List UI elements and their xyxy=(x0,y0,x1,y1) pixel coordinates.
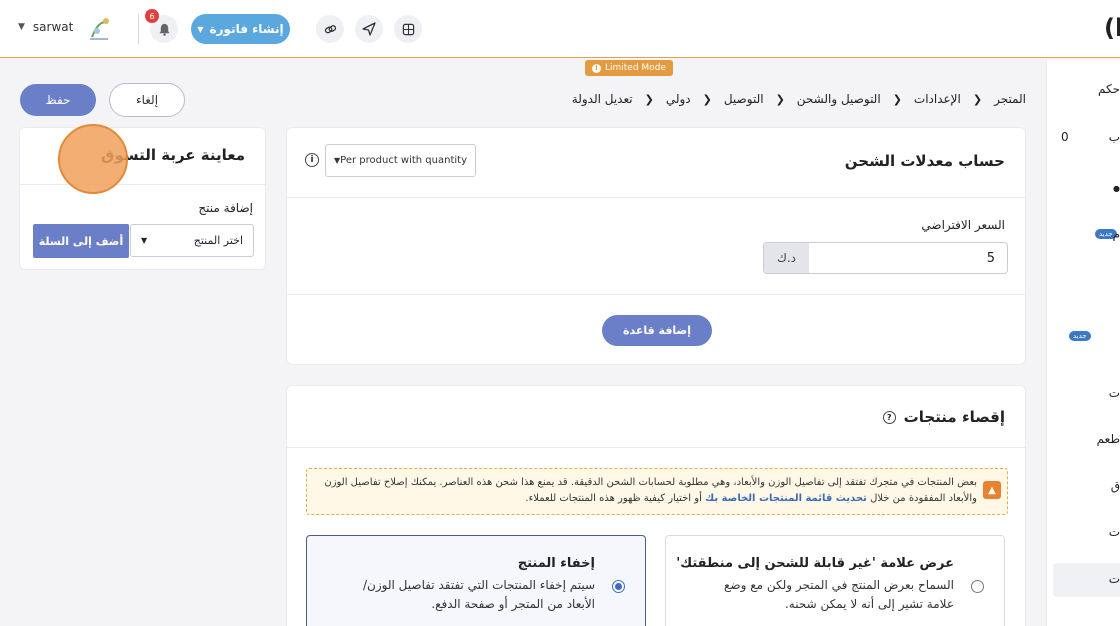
cancel-button[interactable]: إلغاء xyxy=(109,83,185,117)
sidebar-item-settings[interactable]: ت xyxy=(1109,572,1120,586)
add-to-cart-button[interactable]: أضف إلى السلة xyxy=(33,224,129,258)
exclude-products-title: إقصاء منتجات ? xyxy=(882,408,1005,426)
chevron-left-icon: ❮ xyxy=(972,92,983,106)
sidebar-item-dashboard[interactable]: حكم xyxy=(1098,82,1120,96)
warning-alert: ▲ بعض المنتجات في متجرك تفتقد إلى تفاصيل… xyxy=(306,468,1008,515)
add-product-label: إضافة منتج xyxy=(198,201,253,215)
cart-preview-card: معاينة عربة التسوق إضافة منتج اختر المنت… xyxy=(19,127,266,270)
option-title: عرض علامة 'غير قابلة للشحن إلى منطقتك' xyxy=(676,556,954,571)
breadcrumb-item: تعديل الدولة xyxy=(571,92,633,106)
send-icon xyxy=(362,22,376,36)
link-icon xyxy=(324,24,336,33)
breadcrumb: تعديل الدولة ❮ دولي ❮ التوصيل ❮ التوصيل … xyxy=(572,92,1026,106)
divider xyxy=(287,447,1025,448)
currency-addon: د.ك xyxy=(764,243,809,273)
radio-hide-product[interactable] xyxy=(612,580,625,593)
notifications-button[interactable]: 6 xyxy=(145,9,178,43)
sidebar-item-apps[interactable]: ت xyxy=(1109,386,1120,400)
brand-logo: (l xyxy=(1104,14,1120,42)
send-button[interactable] xyxy=(355,15,383,43)
option-description: سيتم إخفاء المنتجات التي تفتقد تفاصيل ال… xyxy=(363,578,595,611)
breadcrumb-item[interactable]: دولي xyxy=(666,92,691,106)
warning-icon: ▲ xyxy=(983,481,1001,499)
divider xyxy=(20,184,265,185)
help-icon[interactable]: ? xyxy=(882,410,896,424)
apps-button[interactable] xyxy=(394,15,422,43)
user-menu[interactable]: ▼ sarwat xyxy=(18,20,73,34)
info-icon: i xyxy=(592,63,601,73)
default-price-label: السعر الافتراضي xyxy=(921,218,1005,232)
option-title: إخفاء المنتج xyxy=(517,556,595,571)
chevron-down-icon: ▼ xyxy=(18,22,25,32)
warning-text: بعض المنتجات في متجرك تفتقد إلى تفاصيل ا… xyxy=(324,477,977,504)
rate-method-select[interactable]: ▼ Per product with quantity xyxy=(325,144,476,177)
chevron-left-icon: ❮ xyxy=(702,92,712,106)
chevron-down-icon: ▼ xyxy=(141,236,148,245)
option-show-unshippable[interactable]: عرض علامة 'غير قابلة للشحن إلى منطقتك' ا… xyxy=(665,535,1005,626)
breadcrumb-item[interactable]: التوصيل والشحن xyxy=(797,92,881,106)
sidebar-item-bullet: ● xyxy=(1113,184,1120,193)
touch-indicator xyxy=(58,124,128,194)
top-header: ▼ sarwat 6 ▼ إنشاء فاتورة (l xyxy=(0,0,1120,58)
option-hide-product[interactable]: إخفاء المنتج سيتم إخفاء المنتجات التي تف… xyxy=(306,535,646,626)
default-price-value[interactable]: 5 xyxy=(809,251,1007,266)
radio-show-label[interactable] xyxy=(971,580,984,593)
sidebar-item-orders[interactable]: ب xyxy=(1109,130,1120,144)
shipping-rates-card: حساب معدلات الشحن ▼ Per product with qua… xyxy=(286,127,1026,365)
update-products-link[interactable]: تحديث قائمة المنتجات الخاصة بك xyxy=(705,493,867,504)
new-badge: جديد xyxy=(1069,331,1091,341)
chevron-left-icon: ❮ xyxy=(775,92,785,106)
right-sidebar: حكم 0 ب ● جديد م جديد ت طعم ق ت ت xyxy=(1046,60,1120,626)
shipping-rates-title: حساب معدلات الشحن xyxy=(844,152,1005,170)
sidebar-item-shop[interactable]: ق xyxy=(1111,479,1120,493)
sidebar-item-reports[interactable]: ت xyxy=(1109,525,1120,539)
option-description: السماح بعرض المنتج في المتجر ولكن مع وضع… xyxy=(724,578,954,611)
sidebar-item-restaurant[interactable]: طعم xyxy=(1097,432,1120,446)
add-rule-button[interactable]: إضافة قاعدة xyxy=(602,315,712,346)
store-logo-icon xyxy=(90,18,109,40)
limited-mode-badge: i Limited Mode xyxy=(585,60,673,76)
default-price-field[interactable]: د.ك 5 xyxy=(763,242,1008,274)
divider xyxy=(287,294,1025,295)
exclude-products-card: إقصاء منتجات ? ▲ بعض المنتجات في متجرك ت… xyxy=(286,385,1026,626)
product-select[interactable]: اختر المنتج ▼ xyxy=(130,224,254,257)
create-invoice-button[interactable]: ▼ إنشاء فاتورة xyxy=(191,14,290,44)
header-divider xyxy=(138,14,139,44)
link-button[interactable] xyxy=(316,15,344,43)
chevron-down-icon: ▼ xyxy=(197,24,204,34)
divider xyxy=(287,197,1025,198)
save-button[interactable]: حفظ xyxy=(20,84,96,116)
breadcrumb-item[interactable]: التوصيل xyxy=(724,92,764,106)
breadcrumb-item[interactable]: المتجر xyxy=(994,92,1026,106)
info-icon[interactable]: i xyxy=(305,153,319,167)
chevron-left-icon: ❮ xyxy=(892,92,902,106)
notification-count-badge: 6 xyxy=(145,9,159,23)
chevron-left-icon: ❮ xyxy=(644,92,654,106)
sidebar-count: 0 xyxy=(1061,130,1069,144)
grid-icon xyxy=(402,23,414,35)
bell-icon xyxy=(158,23,170,36)
breadcrumb-item[interactable]: الإعدادات xyxy=(914,92,961,106)
user-name: sarwat xyxy=(32,20,74,34)
sidebar-item-marketing[interactable]: م xyxy=(1113,227,1120,241)
